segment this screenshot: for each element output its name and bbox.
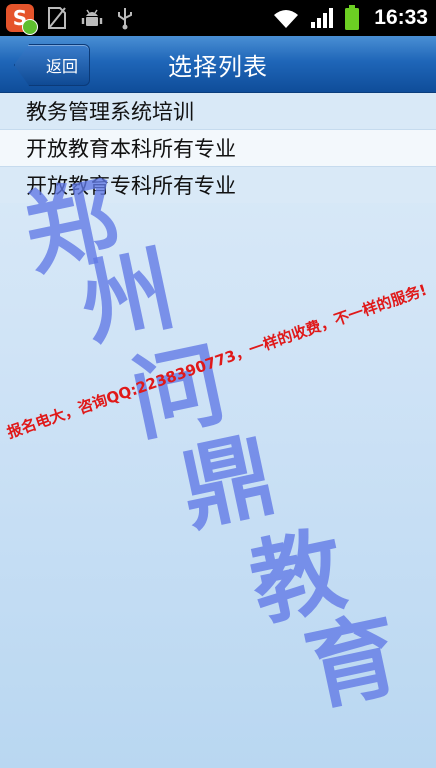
signal-icon [311,8,334,28]
list-item-selected[interactable]: 开放教育本科所有专业 [0,129,436,166]
watermark-char: 鼎 [171,420,284,545]
status-right-icons: 16:33 [272,3,428,33]
watermark-promo-text: 报名电大，咨询QQ:2238390773，一样的收费，不一样的服务! [4,280,430,442]
status-clock: 16:33 [374,6,428,29]
watermark-char: 教 [241,515,354,640]
content-area: 教务管理系统培训 开放教育本科所有专业 开放教育专科所有专业 郑 州 问 鼎 教… [0,93,436,768]
status-bar: S 16:33 [0,0,436,36]
back-button-label: 返回 [45,57,78,76]
watermark-char: 问 [121,330,234,455]
watermark-char: 育 [296,600,409,725]
wifi-icon [274,10,299,28]
title-bar: 返回 选择列表 [0,36,436,93]
back-button[interactable]: 返回 [14,44,90,86]
list-item[interactable]: 开放教育专科所有专业 [0,166,436,203]
status-left-icons: S [6,3,134,35]
usb-icon [118,8,132,30]
sogou-input-icon: S [6,4,38,35]
list-item[interactable]: 教务管理系统培训 [0,93,436,129]
no-sim-icon [48,7,66,29]
battery-icon [345,5,360,30]
watermark-char: 州 [71,235,184,360]
selection-list: 教务管理系统培训 开放教育本科所有专业 开放教育专科所有专业 [0,93,436,203]
android-debug-icon [81,9,103,26]
check-badge-icon [22,19,38,35]
